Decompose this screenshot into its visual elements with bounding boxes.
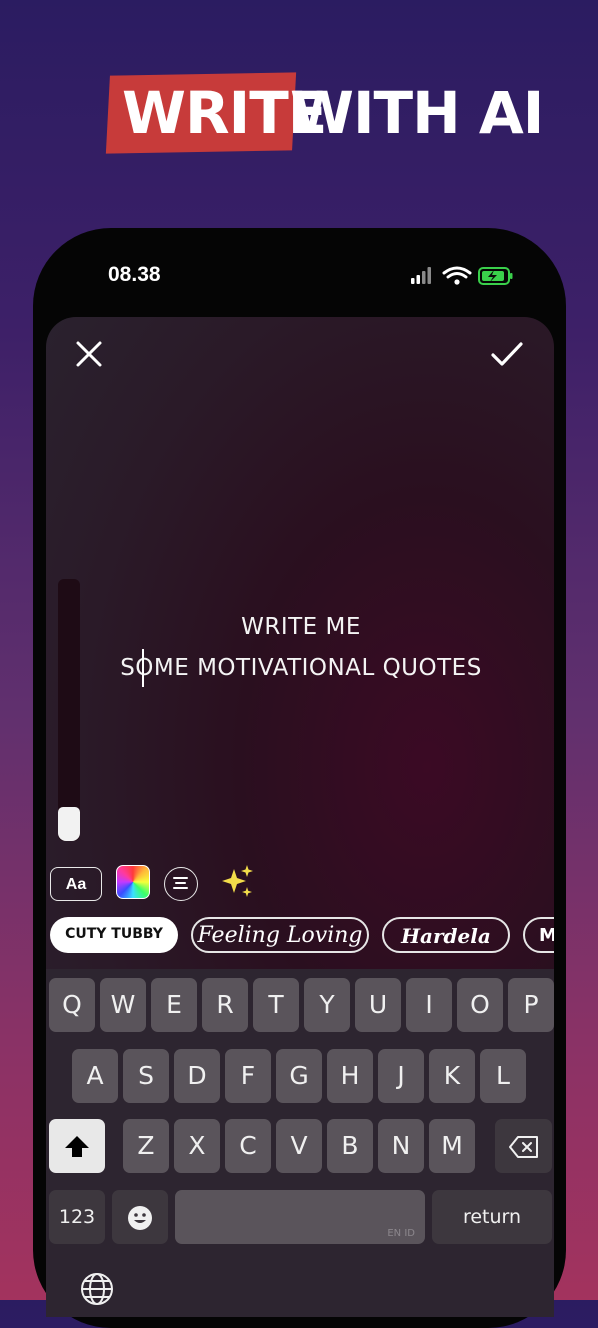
text-cursor bbox=[142, 649, 144, 687]
text-size-slider-fill[interactable] bbox=[58, 807, 80, 841]
key-r[interactable]: R bbox=[202, 978, 248, 1032]
key-z[interactable]: Z bbox=[123, 1119, 169, 1173]
key-g[interactable]: G bbox=[276, 1049, 322, 1103]
globe-icon[interactable] bbox=[78, 1270, 116, 1308]
key-q[interactable]: Q bbox=[49, 978, 95, 1032]
key-t[interactable]: T bbox=[253, 978, 299, 1032]
ai-sparkle-icon[interactable] bbox=[218, 863, 256, 901]
key-f[interactable]: F bbox=[225, 1049, 271, 1103]
headline-text: WITH AI bbox=[290, 79, 544, 147]
key-d[interactable]: D bbox=[174, 1049, 220, 1103]
key-x[interactable]: X bbox=[174, 1119, 220, 1173]
font-selector: CUTY TUBBY Feeling Loving Hardela M bbox=[50, 917, 554, 955]
key-i[interactable]: I bbox=[406, 978, 452, 1032]
align-center-icon bbox=[173, 877, 188, 889]
shift-icon bbox=[65, 1136, 89, 1157]
story-text-line-1: WRITE ME bbox=[241, 614, 361, 640]
checkmark-icon[interactable] bbox=[490, 339, 524, 369]
key-a[interactable]: A bbox=[72, 1049, 118, 1103]
emoji-key[interactable] bbox=[112, 1190, 168, 1244]
font-chip-hardela[interactable]: Hardela bbox=[382, 917, 510, 953]
headline: WRITE WITH AI bbox=[0, 68, 598, 158]
key-b[interactable]: B bbox=[327, 1119, 373, 1173]
key-k[interactable]: K bbox=[429, 1049, 475, 1103]
keyboard-language-label: EN ID bbox=[387, 1228, 415, 1239]
key-v[interactable]: V bbox=[276, 1119, 322, 1173]
phone-frame: 08.38 WRITE ME SOME MOTIVATIONAL QUOTES … bbox=[33, 228, 566, 1328]
key-j[interactable]: J bbox=[378, 1049, 424, 1103]
return-key[interactable]: return bbox=[432, 1190, 552, 1244]
backspace-key[interactable] bbox=[495, 1119, 552, 1173]
signal-wifi-battery-icon bbox=[411, 266, 513, 285]
color-picker-button[interactable] bbox=[116, 865, 150, 899]
backspace-icon bbox=[508, 1136, 538, 1158]
font-chip-next[interactable]: M bbox=[523, 917, 554, 953]
key-c[interactable]: C bbox=[225, 1119, 271, 1173]
shift-key[interactable] bbox=[49, 1119, 105, 1173]
key-e[interactable]: E bbox=[151, 978, 197, 1032]
key-o[interactable]: O bbox=[457, 978, 503, 1032]
keyboard: Q W E R T Y U I O P A S D F G H J K L Z bbox=[46, 969, 554, 1317]
key-l[interactable]: L bbox=[480, 1049, 526, 1103]
key-p[interactable]: P bbox=[508, 978, 554, 1032]
key-w[interactable]: W bbox=[100, 978, 146, 1032]
emoji-icon bbox=[128, 1206, 152, 1230]
numbers-key[interactable]: 123 bbox=[49, 1190, 105, 1244]
key-y[interactable]: Y bbox=[304, 978, 350, 1032]
text-size-slider[interactable] bbox=[58, 579, 80, 841]
font-chip-feeling-loving[interactable]: Feeling Loving bbox=[191, 917, 369, 953]
close-icon[interactable] bbox=[74, 339, 104, 369]
space-key[interactable]: EN ID bbox=[175, 1190, 425, 1244]
key-h[interactable]: H bbox=[327, 1049, 373, 1103]
text-toolbar: Aa bbox=[50, 865, 310, 903]
key-n[interactable]: N bbox=[378, 1119, 424, 1173]
align-button[interactable] bbox=[164, 867, 198, 901]
key-u[interactable]: U bbox=[355, 978, 401, 1032]
story-text[interactable]: WRITE ME SOME MOTIVATIONAL QUOTES bbox=[106, 607, 496, 689]
story-text-editor: WRITE ME SOME MOTIVATIONAL QUOTES Aa CUT… bbox=[46, 317, 554, 1317]
key-m[interactable]: M bbox=[429, 1119, 475, 1173]
key-s[interactable]: S bbox=[123, 1049, 169, 1103]
status-time: 08.38 bbox=[108, 263, 161, 286]
story-text-line-2: SOME MOTIVATIONAL QUOTES bbox=[120, 655, 482, 681]
font-style-button[interactable]: Aa bbox=[50, 867, 102, 901]
font-chip-cuty-tubby[interactable]: CUTY TUBBY bbox=[50, 917, 178, 953]
status-icons bbox=[411, 266, 521, 286]
